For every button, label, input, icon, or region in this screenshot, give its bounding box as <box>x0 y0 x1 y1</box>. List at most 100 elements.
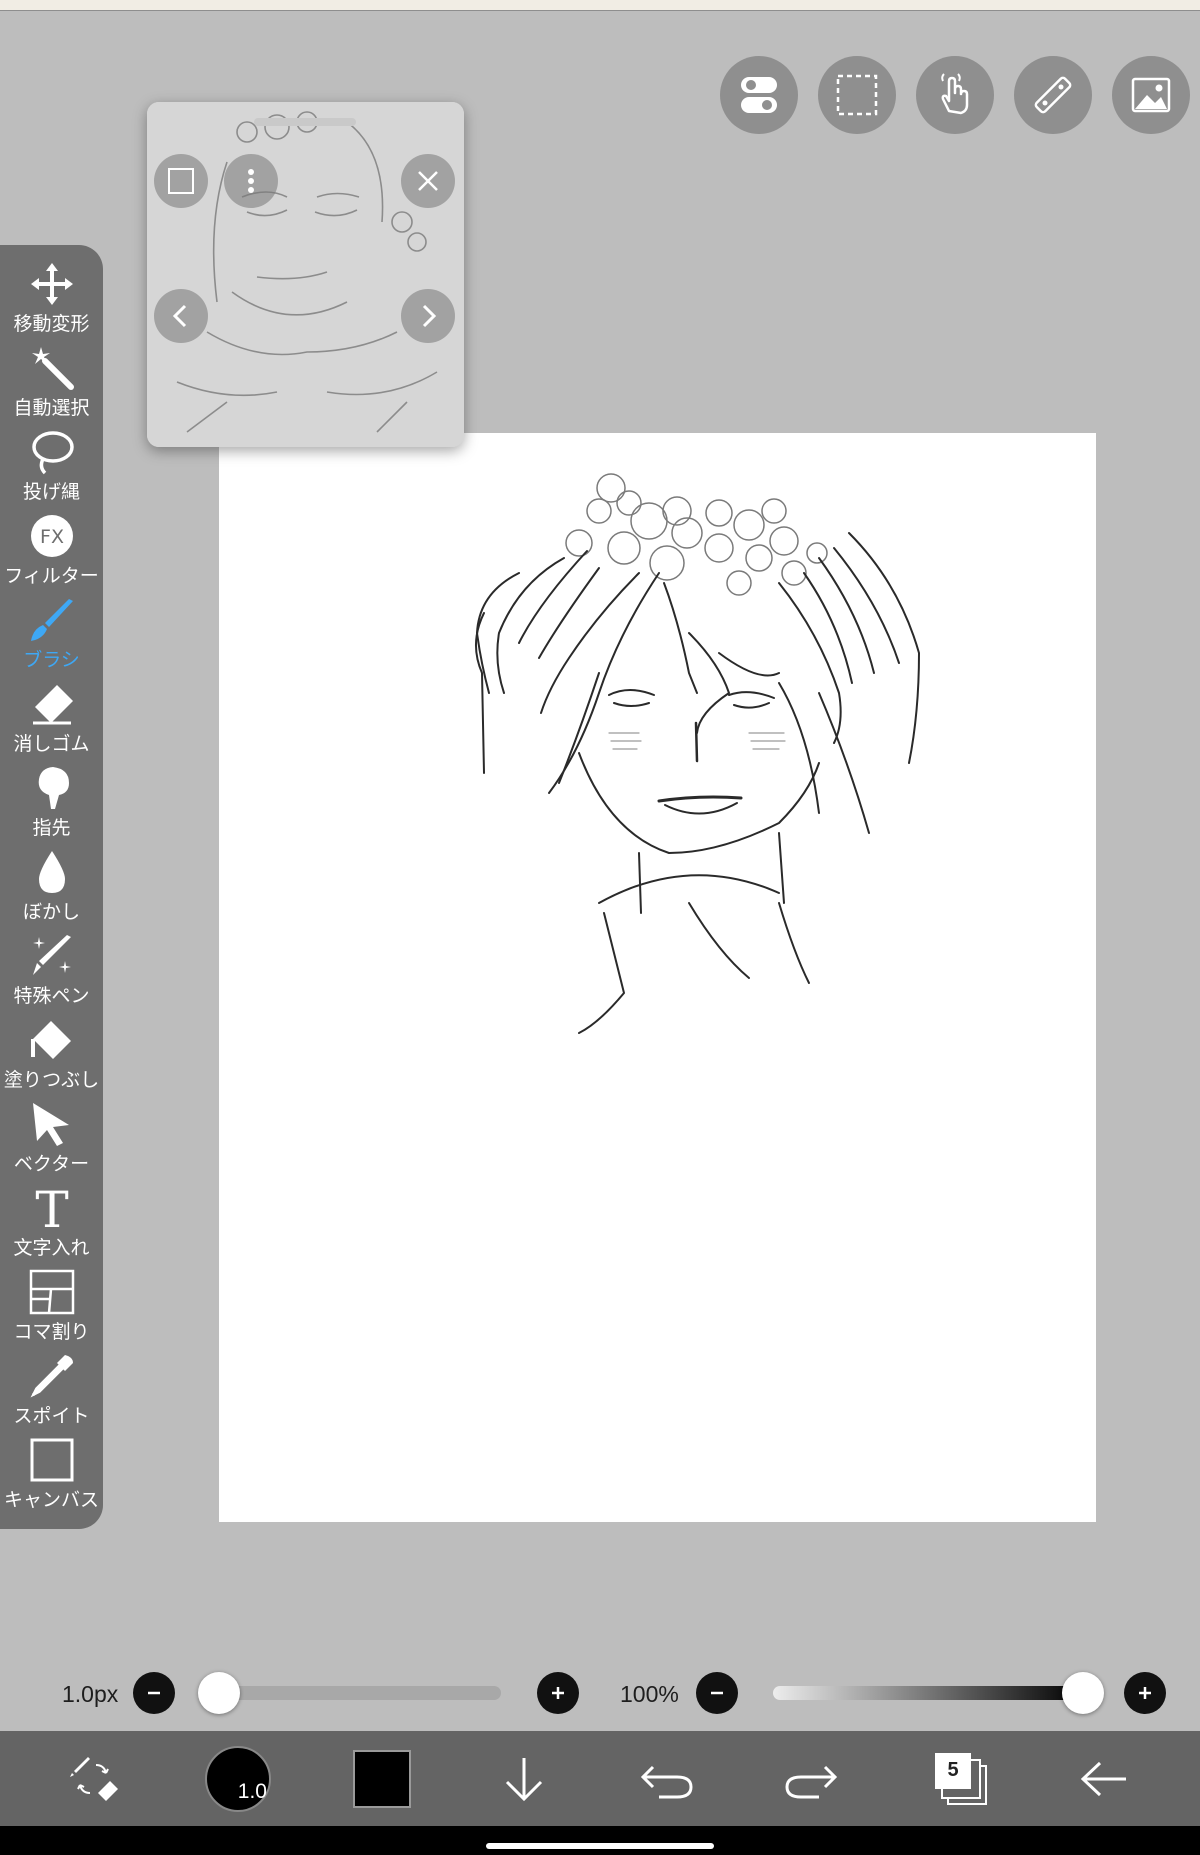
tool-label: コマ割り <box>13 1321 90 1343</box>
layers-button[interactable]: 5 <box>928 1731 994 1826</box>
hand-button[interactable] <box>916 56 994 134</box>
pen-eraser-switch-icon <box>70 1756 118 1801</box>
filter-fx-icon: FX <box>30 515 73 557</box>
tool-move[interactable]: 移動変形 <box>0 257 103 341</box>
filter-glyph: FX <box>40 526 64 548</box>
reference-crop-button[interactable] <box>154 154 208 208</box>
reference-window[interactable] <box>147 102 464 447</box>
tool-text[interactable]: T 文字入れ <box>0 1181 103 1265</box>
tool-special-pen[interactable]: 特殊ペン <box>0 929 103 1013</box>
status-strip <box>0 0 1200 11</box>
tool-label: ベクター <box>13 1153 90 1175</box>
canvas-icon <box>30 1438 73 1482</box>
tool-label: 塗りつぶし <box>3 1069 100 1091</box>
download-button[interactable] <box>494 1731 554 1826</box>
arrow-down-icon <box>505 1757 543 1801</box>
brush-size-preview: 1.0 <box>205 1745 271 1812</box>
toggle-icon <box>741 77 777 113</box>
tool-label: 自動選択 <box>13 397 90 419</box>
opacity-decrease-button[interactable] <box>696 1672 738 1714</box>
tool-label: 特殊ペン <box>13 985 90 1007</box>
brush-icon <box>30 599 73 641</box>
reference-image <box>147 102 464 447</box>
tool-label: 文字入れ <box>13 1237 90 1259</box>
brush-size-decrease-button[interactable] <box>133 1672 175 1714</box>
brush-size-preview-button[interactable]: 1.0 <box>203 1731 273 1826</box>
minus-icon <box>711 1691 723 1695</box>
selection-icon <box>836 74 878 116</box>
sketch-artwork <box>474 473 920 1034</box>
text-glyph: T <box>35 1181 68 1231</box>
opacity-slider[interactable] <box>773 1686 1083 1700</box>
home-indicator-area <box>0 1826 1200 1855</box>
chevron-right-icon <box>422 304 437 328</box>
move-icon <box>30 263 73 305</box>
arrow-left-icon <box>1080 1761 1126 1796</box>
minus-icon <box>148 1691 160 1695</box>
tool-blur[interactable]: ぼかし <box>0 845 103 929</box>
tool-brush[interactable]: ブラシ <box>0 593 103 677</box>
tool-label: ブラシ <box>23 649 80 671</box>
brush-size-slider[interactable] <box>219 1686 501 1700</box>
special-pen-icon <box>32 935 71 975</box>
frame-division-icon <box>29 1269 74 1315</box>
brush-size-badge: 1.0 <box>237 1779 267 1803</box>
material-image-icon <box>1131 77 1171 113</box>
drawing-canvas[interactable] <box>219 433 1096 1522</box>
toggle-button[interactable] <box>720 56 798 134</box>
opacity-slider-thumb[interactable] <box>1062 1672 1104 1714</box>
tool-magic-wand[interactable]: 自動選択 <box>0 341 103 425</box>
opacity-value: 100% <box>620 1681 679 1707</box>
tool-eyedropper[interactable]: スポイト <box>0 1349 103 1433</box>
layers-icon: 5 <box>935 1752 987 1805</box>
tool-eraser[interactable]: 消しゴム <box>0 677 103 761</box>
square-icon <box>168 168 194 194</box>
bottom-toolbar: 1.0 5 <box>0 1731 1200 1826</box>
fill-bucket-icon <box>30 1021 71 1059</box>
redo-icon <box>785 1765 838 1798</box>
tool-smudge[interactable]: 指先 <box>0 761 103 845</box>
material-button[interactable] <box>1112 56 1190 134</box>
undo-button[interactable] <box>636 1731 698 1826</box>
eraser-icon <box>32 685 73 725</box>
tool-label: スポイト <box>13 1405 90 1427</box>
ruler-icon <box>1034 76 1072 114</box>
tool-label: キャンバス <box>3 1489 99 1511</box>
tool-label: 移動変形 <box>13 313 90 335</box>
eyedropper-icon <box>30 1355 73 1398</box>
tool-filter[interactable]: FX フィルター <box>0 509 103 593</box>
brush-settings-row: 1.0px 100% <box>0 1672 1200 1716</box>
home-indicator[interactable] <box>486 1843 714 1849</box>
redo-button[interactable] <box>780 1731 842 1826</box>
reference-prev-button[interactable] <box>154 289 208 343</box>
reference-next-button[interactable] <box>401 289 455 343</box>
color-button[interactable] <box>350 1731 414 1826</box>
tool-fill[interactable]: 塗りつぶし <box>0 1013 103 1097</box>
reference-close-button[interactable] <box>401 154 455 208</box>
brush-size-value: 1.0px <box>62 1681 119 1707</box>
tool-label: 指先 <box>32 817 71 839</box>
tool-label: ぼかし <box>22 901 80 923</box>
quick-tool-switch-button[interactable] <box>56 1731 132 1826</box>
blur-drop-icon <box>38 851 65 893</box>
selection-button[interactable] <box>818 56 896 134</box>
ruler-button[interactable] <box>1014 56 1092 134</box>
tool-label: 消しゴム <box>13 733 90 755</box>
tool-frame-division[interactable]: コマ割り <box>0 1265 103 1349</box>
undo-icon <box>640 1765 693 1798</box>
more-vertical-icon <box>248 169 254 193</box>
brush-size-slider-thumb[interactable] <box>198 1672 240 1714</box>
reference-drag-handle[interactable] <box>254 118 356 126</box>
tool-label: フィルター <box>4 565 99 587</box>
chevron-left-icon <box>172 304 187 328</box>
tool-vector[interactable]: ベクター <box>0 1097 103 1181</box>
layer-count: 5 <box>935 1752 971 1789</box>
brush-size-increase-button[interactable] <box>537 1672 579 1714</box>
tool-lasso[interactable]: 投げ縄 <box>0 425 103 509</box>
tool-canvas[interactable]: キャンバス <box>0 1433 103 1517</box>
reference-menu-button[interactable] <box>224 154 278 208</box>
close-icon <box>418 171 438 191</box>
opacity-increase-button[interactable] <box>1124 1672 1166 1714</box>
tool-label: 投げ縄 <box>22 481 80 503</box>
back-button[interactable] <box>1074 1731 1134 1826</box>
